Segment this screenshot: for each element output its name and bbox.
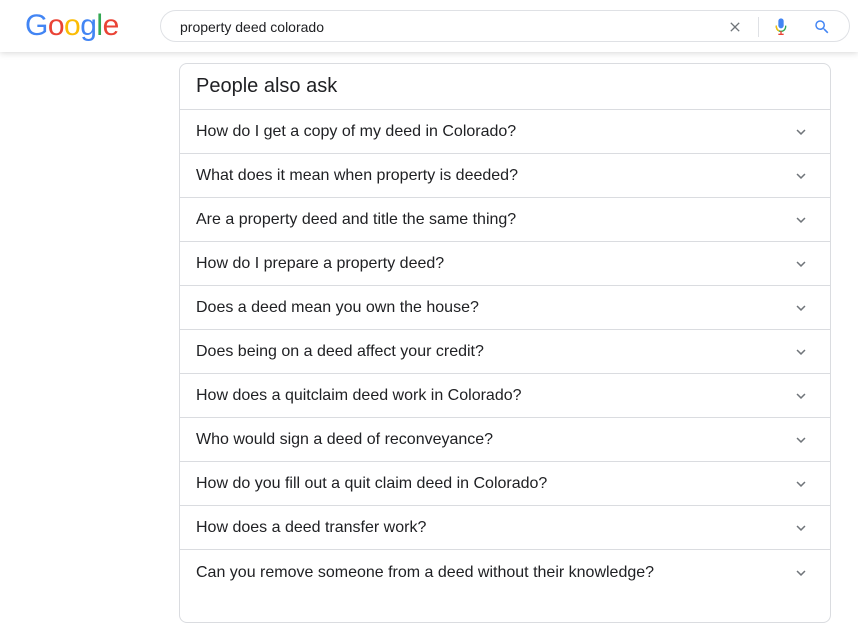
logo-letter: e [102,9,120,42]
search-divider [758,17,759,37]
search-icon [815,20,829,34]
paa-question[interactable]: Does a deed mean you own the house? [180,285,830,329]
search-box [160,10,850,42]
paa-question[interactable]: How do I get a copy of my deed in Colora… [180,109,830,153]
chevron-down-icon [796,173,806,179]
paa-question[interactable]: Are a property deed and title the same t… [180,197,830,241]
paa-question-text: How does a quitclaim deed work in Colora… [196,387,522,404]
close-icon [730,22,740,32]
clear-search-button[interactable] [723,15,747,39]
paa-question-text: How does a deed transfer work? [196,519,427,536]
logo-letter: o [47,9,65,42]
paa-question-text: Does being on a deed affect your credit? [196,343,484,360]
google-logo[interactable]: Google [25,9,119,43]
paa-question-text: How do I get a copy of my deed in Colora… [196,123,517,140]
paa-question[interactable]: Does being on a deed affect your credit? [180,329,830,373]
paa-question-text: How do you fill out a quit claim deed in… [196,475,548,492]
chevron-down-icon [796,217,806,223]
chevron-down-icon [796,261,806,267]
chevron-down-icon [796,437,806,443]
paa-question-text: What does it mean when property is deede… [196,167,518,184]
chevron-down-icon [796,129,806,135]
paa-question-text: Who would sign a deed of reconveyance? [196,431,494,448]
chevron-down-icon [796,349,806,355]
paa-question[interactable]: How does a quitclaim deed work in Colora… [180,373,830,417]
chevron-down-icon [796,305,806,311]
chevron-down-icon [796,393,806,399]
paa-question[interactable]: How does a deed transfer work? [180,505,830,549]
chevron-down-icon [796,525,806,531]
logo-letter: o [64,9,81,42]
paa-question-text: How do I prepare a property deed? [196,255,445,272]
logo-letter: G [25,9,48,42]
search-input[interactable] [180,17,700,37]
people-also-ask-panel: People also ask How do I get a copy of m… [179,63,831,623]
microphone-icon [775,18,787,35]
voice-search-button[interactable] [769,15,793,39]
paa-question[interactable]: Can you remove someone from a deed witho… [180,549,830,595]
paa-question-text: Does a deed mean you own the house? [196,299,479,316]
paa-question[interactable]: What does it mean when property is deede… [180,153,830,197]
paa-question-text: Are a property deed and title the same t… [196,211,517,228]
paa-question[interactable]: How do you fill out a quit claim deed in… [180,461,830,505]
chevron-down-icon [796,481,806,487]
chevron-down-icon [796,570,806,576]
paa-question[interactable]: How do I prepare a property deed? [180,241,830,285]
logo-letter: g [80,9,97,42]
paa-question-text: Can you remove someone from a deed witho… [196,564,655,581]
top-bar: Google [0,0,858,52]
people-also-ask-title: People also ask [196,75,338,97]
paa-question[interactable]: Who would sign a deed of reconveyance? [180,417,830,461]
search-button[interactable] [810,15,834,39]
